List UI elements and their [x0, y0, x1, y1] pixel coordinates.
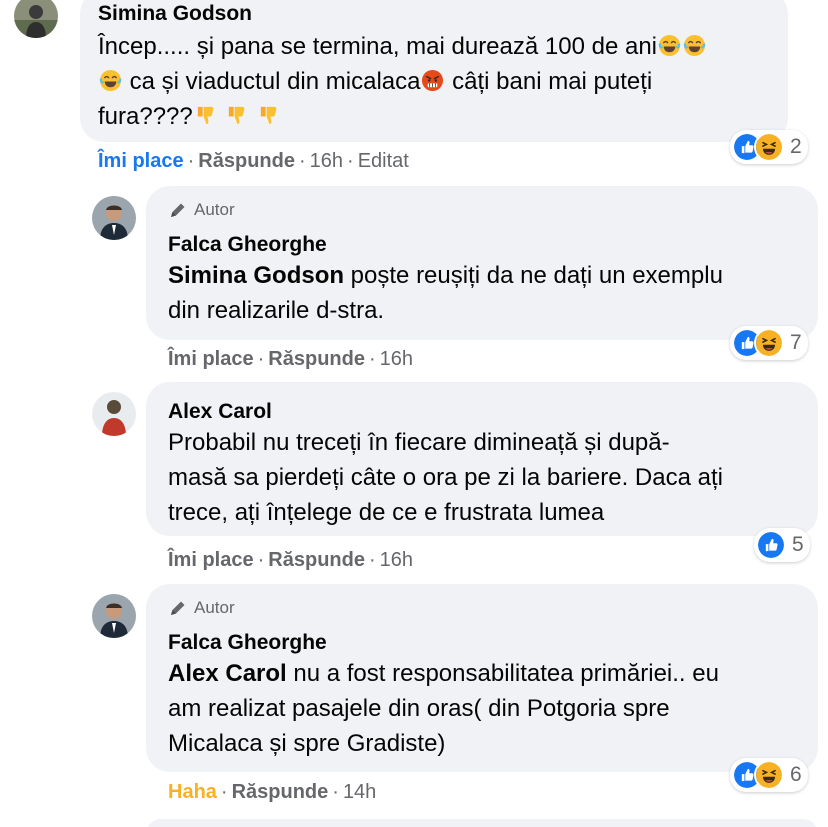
separator: · [347, 150, 354, 172]
separator: · [368, 549, 376, 571]
pen-icon [168, 598, 188, 618]
reaction-summary[interactable]: 6 [730, 758, 808, 792]
separator: · [257, 549, 265, 571]
separator: · [220, 781, 228, 803]
comment-text: Simina Godson poște reușiți da ne dați u… [168, 262, 723, 324]
avatar[interactable] [92, 392, 136, 436]
separator: · [368, 348, 376, 370]
separator: · [257, 348, 265, 370]
comment-author[interactable]: Falca Gheorghe [168, 631, 327, 655]
reaction-count: 6 [790, 763, 802, 786]
reaction-count: 2 [790, 135, 802, 158]
comment-author[interactable]: Alex Carol [168, 400, 272, 424]
haha-button[interactable]: Haha [168, 781, 217, 803]
comment-text: Probabil nu treceți în fiecare dimineață… [168, 429, 723, 526]
thumbs-down-emoji-icon [194, 104, 217, 127]
avatar[interactable] [14, 0, 58, 38]
mention-link[interactable]: Simina Godson [168, 262, 344, 289]
timestamp[interactable]: 16h [380, 549, 413, 571]
comment-bubble [146, 819, 818, 827]
author-badge: Autor [168, 200, 235, 220]
comment-actions: Îmi place · Răspunde · 16h · Editat [98, 150, 409, 173]
like-reaction-icon [756, 530, 786, 560]
thumbs-down-emoji-icon [225, 104, 248, 127]
reply-button[interactable]: Răspunde [198, 150, 295, 172]
separator: · [187, 150, 195, 172]
separator: · [298, 150, 306, 172]
mention-link[interactable]: Alex Carol [168, 660, 287, 687]
timestamp[interactable]: 14h [343, 781, 376, 803]
author-badge-label: Autor [194, 598, 235, 617]
author-badge: Autor [168, 598, 235, 618]
laughing-tears-emoji-icon [99, 69, 122, 92]
haha-reaction-icon [754, 760, 784, 790]
laughing-tears-emoji-icon [683, 34, 706, 57]
edited-label: Editat [357, 150, 409, 172]
reaction-summary[interactable]: 5 [754, 528, 810, 562]
avatar[interactable] [92, 196, 136, 240]
reply-button[interactable]: Răspunde [268, 348, 365, 370]
like-button[interactable]: Îmi place [168, 549, 254, 571]
avatar[interactable] [92, 594, 136, 638]
pen-icon [168, 200, 188, 220]
reaction-summary[interactable]: 7 [730, 326, 808, 360]
like-button[interactable]: Îmi place [168, 348, 254, 370]
reply-button[interactable]: Răspunde [232, 781, 329, 803]
haha-reaction-icon [754, 132, 784, 162]
thumbs-down-emoji-icon [257, 104, 280, 127]
timestamp[interactable]: 16h [310, 150, 343, 172]
author-badge-label: Autor [194, 200, 235, 219]
like-button[interactable]: Îmi place [98, 150, 184, 172]
reply-button[interactable]: Răspunde [268, 549, 365, 571]
haha-reaction-icon [754, 328, 784, 358]
comment-text: Alex Carol nu a fost responsabilitatea p… [168, 660, 719, 757]
separator: · [332, 781, 339, 803]
reaction-count: 7 [790, 331, 802, 354]
angry-face-emoji-icon [421, 69, 444, 92]
timestamp[interactable]: 16h [380, 348, 413, 370]
comment-actions: Îmi place · Răspunde · 16h [168, 348, 413, 371]
comment-text: Încep..... și pana se termina, mai durea… [98, 29, 707, 134]
reaction-summary[interactable]: 2 [730, 130, 808, 164]
comment-actions: Haha · Răspunde · 14h [168, 781, 376, 804]
laughing-tears-emoji-icon [658, 34, 681, 57]
comment-author[interactable]: Falca Gheorghe [168, 233, 327, 257]
comment-actions: Îmi place · Răspunde · 16h [168, 549, 413, 572]
reaction-count: 5 [792, 533, 804, 556]
comment-author[interactable]: Simina Godson [98, 2, 252, 26]
